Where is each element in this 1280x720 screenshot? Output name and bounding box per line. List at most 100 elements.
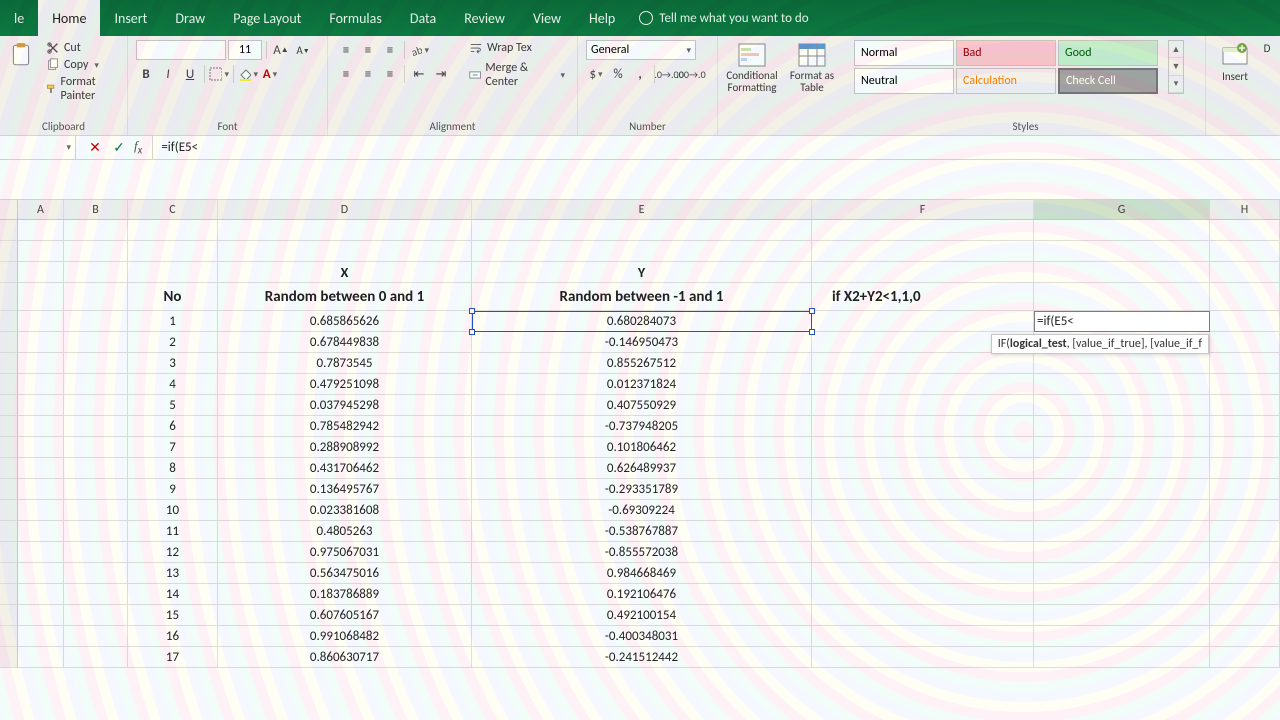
cell-C9[interactable]: 5 [128, 395, 218, 416]
cell-F3[interactable] [812, 262, 1034, 283]
cell-A15[interactable] [18, 521, 64, 542]
cell-H2[interactable] [1210, 241, 1280, 262]
cell-F1[interactable] [812, 220, 1034, 241]
tab-draw[interactable]: Draw [161, 0, 219, 36]
cell-E15[interactable]: -0.538767887 [472, 521, 812, 542]
cell-F9[interactable] [812, 395, 1034, 416]
cell-A16[interactable] [18, 542, 64, 563]
cell-D2[interactable] [218, 241, 472, 262]
cell-B9[interactable] [64, 395, 128, 416]
cell-G4[interactable] [1034, 283, 1210, 311]
cell-H1[interactable] [1210, 220, 1280, 241]
cell-H13[interactable] [1210, 479, 1280, 500]
cell-D6[interactable]: 0.678449838 [218, 332, 472, 353]
increase-indent-button[interactable]: ⇥ [431, 64, 451, 84]
cell-D5[interactable]: 0.685865626 [218, 311, 472, 332]
format-painter-button[interactable]: Format Painter [42, 74, 119, 104]
cell-D3[interactable]: X [218, 262, 472, 283]
cell-G18[interactable] [1034, 584, 1210, 605]
cell-C16[interactable]: 12 [128, 542, 218, 563]
cell-C20[interactable]: 16 [128, 626, 218, 647]
rowhdr-4[interactable] [0, 283, 18, 311]
tab-insert[interactable]: Insert [100, 0, 161, 36]
borders-button[interactable] [209, 64, 229, 84]
cell-A6[interactable] [18, 332, 64, 353]
cell-C4[interactable]: No [128, 283, 218, 311]
cell-C1[interactable] [128, 220, 218, 241]
cell-G16[interactable] [1034, 542, 1210, 563]
number-format-dropdown[interactable]: General▾ [586, 40, 696, 60]
cell-B1[interactable] [64, 220, 128, 241]
cell-C2[interactable] [128, 241, 218, 262]
cell-E17[interactable]: 0.984668469 [472, 563, 812, 584]
cell-B15[interactable] [64, 521, 128, 542]
cell-G1[interactable] [1034, 220, 1210, 241]
tab-home[interactable]: Home [38, 0, 100, 36]
cell-E7[interactable]: 0.855267512 [472, 353, 812, 374]
cell-D9[interactable]: 0.037945298 [218, 395, 472, 416]
rowhdr-9[interactable] [0, 395, 18, 416]
cell-F18[interactable] [812, 584, 1034, 605]
rowhdr-10[interactable] [0, 416, 18, 437]
tellme-search[interactable]: Tell me what you want to do [629, 0, 818, 36]
cell-C21[interactable]: 17 [128, 647, 218, 668]
cell-A12[interactable] [18, 458, 64, 479]
cell-D10[interactable]: 0.785482942 [218, 416, 472, 437]
cell-G12[interactable] [1034, 458, 1210, 479]
cell-B19[interactable] [64, 605, 128, 626]
conditional-formatting-button[interactable]: Conditional Formatting [726, 40, 778, 94]
rowhdr-13[interactable] [0, 479, 18, 500]
cell-B13[interactable] [64, 479, 128, 500]
styles-scroll-down[interactable]: ▼ [1169, 58, 1183, 75]
cell-B11[interactable] [64, 437, 128, 458]
decrease-font-button[interactable]: A▼ [293, 40, 313, 60]
cell-H10[interactable] [1210, 416, 1280, 437]
cell-E21[interactable]: -0.241512442 [472, 647, 812, 668]
cell-C12[interactable]: 8 [128, 458, 218, 479]
align-right-button[interactable]: ≡ [380, 64, 400, 84]
cell-A1[interactable] [18, 220, 64, 241]
enter-formula-button[interactable]: ✓ [110, 139, 128, 157]
cell-D18[interactable]: 0.183786889 [218, 584, 472, 605]
cell-A10[interactable] [18, 416, 64, 437]
cell-C7[interactable]: 3 [128, 353, 218, 374]
cell-A4[interactable] [18, 283, 64, 311]
font-size-input[interactable] [228, 40, 262, 60]
comma-format-button[interactable]: , [630, 64, 650, 84]
formula-bar-input[interactable]: =if(E5< [153, 136, 1280, 159]
style-calculation[interactable]: Calculation [956, 68, 1056, 94]
cell-E3[interactable]: Y [472, 262, 812, 283]
align-center-button[interactable]: ≡ [358, 64, 378, 84]
cell-C11[interactable]: 7 [128, 437, 218, 458]
styles-scroll-up[interactable]: ▲ [1169, 41, 1183, 58]
cell-F12[interactable] [812, 458, 1034, 479]
cell-C14[interactable]: 10 [128, 500, 218, 521]
cell-B20[interactable] [64, 626, 128, 647]
cell-G17[interactable] [1034, 563, 1210, 584]
cell-A11[interactable] [18, 437, 64, 458]
cell-E19[interactable]: 0.492100154 [472, 605, 812, 626]
cell-D7[interactable]: 0.7873545 [218, 353, 472, 374]
cell-F2[interactable] [812, 241, 1034, 262]
cell-H16[interactable] [1210, 542, 1280, 563]
rowhdr-2[interactable] [0, 241, 18, 262]
cell-H7[interactable] [1210, 353, 1280, 374]
cell-B6[interactable] [64, 332, 128, 353]
rowhdr-16[interactable] [0, 542, 18, 563]
colhdr-G[interactable]: G [1034, 200, 1210, 219]
cell-E2[interactable] [472, 241, 812, 262]
cell-E14[interactable]: -0.69309224 [472, 500, 812, 521]
align-left-button[interactable]: ≡ [336, 64, 356, 84]
cell-D12[interactable]: 0.431706462 [218, 458, 472, 479]
cell-E18[interactable]: 0.192106476 [472, 584, 812, 605]
cell-H15[interactable] [1210, 521, 1280, 542]
cell-B17[interactable] [64, 563, 128, 584]
colhdr-C[interactable]: C [128, 200, 218, 219]
fill-color-button[interactable] [238, 64, 258, 84]
cell-A13[interactable] [18, 479, 64, 500]
cell-H11[interactable] [1210, 437, 1280, 458]
cell-A8[interactable] [18, 374, 64, 395]
cell-E11[interactable]: 0.101806462 [472, 437, 812, 458]
percent-format-button[interactable]: % [608, 64, 628, 84]
font-color-button[interactable]: A [260, 64, 280, 84]
